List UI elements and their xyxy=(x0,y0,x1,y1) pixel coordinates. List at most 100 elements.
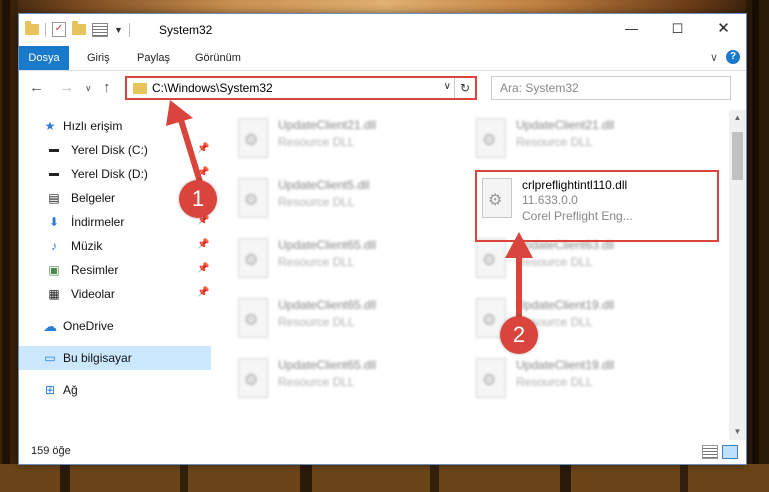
sidebar-item-label: OneDrive xyxy=(63,319,114,333)
sidebar-item-music[interactable]: ♪ Müzik 📌 xyxy=(19,234,211,258)
file-name: UpdateClient65.dll xyxy=(278,358,377,372)
file-tile[interactable]: ⚙ UpdateClient65.dll Resource DLL xyxy=(232,234,452,284)
sidebar-item-label: Hızlı erişim xyxy=(63,119,123,133)
file-description: Resource DLL xyxy=(278,195,355,209)
folder-icon xyxy=(133,83,147,94)
sidebar-item-videos[interactable]: ▦ Videolar 📌 xyxy=(19,282,211,306)
scroll-down-icon[interactable]: ▼ xyxy=(729,424,746,440)
recent-locations-icon[interactable]: ∨ xyxy=(85,83,92,94)
pin-icon: 📌 xyxy=(197,143,210,154)
scrollbar-thumb[interactable] xyxy=(732,132,743,180)
navigation-pane: ★ Hızlı erişim ▬ Yerel Disk (C:) 📌 ▬ Yer… xyxy=(19,110,211,440)
file-tile[interactable]: ⚙ UpdateClient65.dll Resource DLL xyxy=(232,294,452,344)
tab-file[interactable]: Dosya xyxy=(19,46,69,70)
navigation-bar: ← → ∨ ↑ C:\Windows\System32 ∨ ↻ Ara: Sys… xyxy=(19,71,746,105)
callout-badge-1: 1 xyxy=(179,180,217,218)
sidebar-item-quick-access[interactable]: ★ Hızlı erişim xyxy=(19,114,211,138)
file-name: UpdateClient19.dll xyxy=(516,298,615,312)
dll-file-icon: ⚙ xyxy=(238,238,268,278)
tab-home[interactable]: Giriş xyxy=(87,46,110,70)
refresh-icon[interactable]: ↻ xyxy=(454,78,475,98)
file-tile[interactable]: ⚙ UpdateClient21.dll Resource DLL xyxy=(470,114,690,164)
ribbon-tabs: Dosya Giriş Paylaş Görünüm ∨ ? xyxy=(19,46,746,71)
details-view-icon[interactable] xyxy=(702,445,718,459)
sidebar-item-network[interactable]: ⊞ Ağ xyxy=(19,378,211,402)
sidebar-item-pictures[interactable]: ▣ Resimler 📌 xyxy=(19,258,211,282)
new-folder-icon[interactable] xyxy=(72,21,86,35)
file-description: Resource DLL xyxy=(278,135,355,149)
sidebar-item-disk-c[interactable]: ▬ Yerel Disk (C:) 📌 xyxy=(19,138,211,162)
file-name: UpdateClient19.dll xyxy=(516,358,615,372)
vertical-scrollbar[interactable]: ▲ ▼ xyxy=(729,110,746,440)
sidebar-item-onedrive[interactable]: ☁ OneDrive xyxy=(19,314,211,338)
pin-icon: 📌 xyxy=(197,167,210,178)
sidebar-item-label: Ağ xyxy=(63,383,78,397)
network-icon: ⊞ xyxy=(44,383,56,397)
sidebar-item-disk-d[interactable]: ▬ Yerel Disk (D:) 📌 xyxy=(19,162,211,186)
file-tile[interactable]: ⚙ UpdateClient65.dll Resource DLL xyxy=(232,354,452,404)
forward-icon[interactable]: → xyxy=(59,79,74,96)
file-highlight-box xyxy=(475,170,719,242)
address-bar[interactable]: C:\Windows\System32 ∨ ↻ xyxy=(125,76,477,100)
file-tile[interactable]: ⚙ UpdateClient19.dll Resource DLL xyxy=(470,354,690,404)
file-description: Resource DLL xyxy=(516,135,593,149)
file-tile[interactable]: ⚙ UpdateClient5.dll Resource DLL xyxy=(232,174,452,224)
file-description: Resource DLL xyxy=(278,375,355,389)
drive-icon: ▬ xyxy=(49,168,59,179)
file-list: ⚙ UpdateClient21.dll Resource DLL ⚙ Upda… xyxy=(212,110,726,440)
up-icon[interactable]: ↑ xyxy=(103,79,111,96)
tab-view[interactable]: Görünüm xyxy=(195,46,241,70)
callout-badge-2: 2 xyxy=(500,316,538,354)
toolbar-divider xyxy=(128,22,130,37)
file-tile[interactable]: ⚙ UpdateClient21.dll Resource DLL xyxy=(232,114,452,164)
sidebar-item-label: Resimler xyxy=(71,263,119,277)
title-bar: ✓ ▼ System32 — ☐ ✕ xyxy=(19,14,746,46)
maximize-button[interactable]: ☐ xyxy=(655,14,700,44)
tiles-view-icon[interactable] xyxy=(722,445,738,459)
documents-icon: ▤ xyxy=(48,191,60,205)
expand-ribbon-icon[interactable]: ∨ xyxy=(710,51,718,64)
properties-check-icon[interactable]: ✓ xyxy=(52,22,66,37)
window-title: System32 xyxy=(159,23,213,37)
file-name: UpdateClient21.dll xyxy=(278,118,377,132)
sidebar-item-label: Yerel Disk (D:) xyxy=(71,167,148,181)
dll-file-icon: ⚙ xyxy=(238,118,268,158)
file-description: Resource DLL xyxy=(516,375,593,389)
cloud-icon: ☁ xyxy=(43,318,57,334)
quick-access-toolbar: ✓ ▼ xyxy=(25,21,130,37)
file-name: UpdateClient21.dll xyxy=(516,118,615,132)
sidebar-item-label: Videolar xyxy=(71,287,115,301)
help-icon[interactable]: ? xyxy=(726,50,740,64)
explorer-window: ✓ ▼ System32 — ☐ ✕ Dosya Giriş Paylaş Gö… xyxy=(18,13,747,465)
star-icon: ★ xyxy=(44,119,56,133)
scroll-up-icon[interactable]: ▲ xyxy=(729,110,746,126)
sidebar-item-label: Yerel Disk (C:) xyxy=(71,143,148,157)
properties-icon[interactable] xyxy=(92,22,108,37)
search-input[interactable]: Ara: System32 xyxy=(491,76,731,100)
sidebar-item-label: Bu bilgisayar xyxy=(63,351,132,365)
minimize-button[interactable]: — xyxy=(609,14,654,44)
pin-icon: 📌 xyxy=(197,239,210,250)
status-bar: 159 öğe xyxy=(19,440,746,464)
sidebar-item-downloads[interactable]: ⬇ İndirmeler 📌 xyxy=(19,210,211,234)
pin-icon: 📌 xyxy=(197,263,210,274)
dll-file-icon: ⚙ xyxy=(238,298,268,338)
dll-file-icon: ⚙ xyxy=(238,178,268,218)
dll-file-icon: ⚙ xyxy=(476,118,506,158)
sidebar-item-label: Belgeler xyxy=(71,191,116,205)
address-path[interactable]: C:\Windows\System32 xyxy=(152,81,273,95)
back-icon[interactable]: ← xyxy=(29,79,44,96)
sidebar-item-this-pc[interactable]: ▭ Bu bilgisayar xyxy=(19,346,211,370)
file-description: Resource DLL xyxy=(278,255,355,269)
folder-icon[interactable] xyxy=(25,21,39,35)
tab-share[interactable]: Paylaş xyxy=(137,46,170,70)
address-dropdown-icon[interactable]: ∨ xyxy=(444,81,451,92)
close-button[interactable]: ✕ xyxy=(701,14,746,44)
customize-toolbar-arrow-icon[interactable]: ▼ xyxy=(114,25,123,35)
download-icon: ⬇ xyxy=(48,215,60,229)
file-name: UpdateClient5.dll xyxy=(278,178,370,192)
sidebar-item-label: İndirmeler xyxy=(71,215,125,229)
file-description: Resource DLL xyxy=(278,315,355,329)
toolbar-divider xyxy=(45,22,46,37)
dll-file-icon: ⚙ xyxy=(238,358,268,398)
